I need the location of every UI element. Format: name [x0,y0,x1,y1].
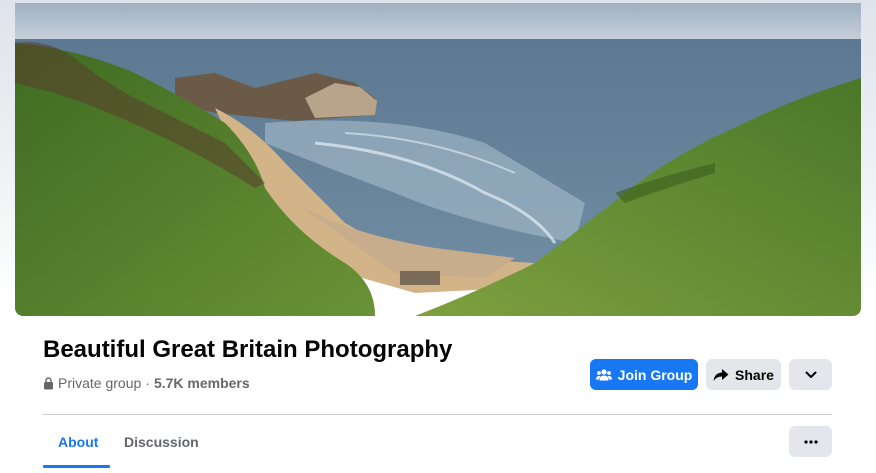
tabs-more-button[interactable] [789,426,832,457]
members-count[interactable]: 5.7K members [154,375,250,391]
meta-separator: · [145,375,150,391]
join-group-button[interactable]: Join Group [590,359,698,390]
group-page: Beautiful Great Britain Photography Priv… [0,0,876,473]
lock-icon [44,376,53,389]
tab-about[interactable]: About [58,434,98,450]
share-label: Share [735,366,774,383]
share-button[interactable]: Share [706,359,781,390]
active-tab-indicator [43,465,110,468]
group-meta: Private group · 5.7K members [43,375,250,391]
header-divider [43,414,832,415]
tab-discussion[interactable]: Discussion [124,434,199,450]
more-dots-icon [803,439,818,444]
cover-photo-image [15,3,861,316]
cover-photo[interactable] [15,3,861,316]
people-icon [595,368,612,380]
more-options-dropdown-button[interactable] [789,359,832,390]
join-group-label: Join Group [617,366,693,383]
group-title[interactable]: Beautiful Great Britain Photography [43,336,452,364]
chevron-down-icon [805,371,816,378]
share-arrow-icon [713,368,729,381]
privacy-label[interactable]: Private group [58,375,141,391]
